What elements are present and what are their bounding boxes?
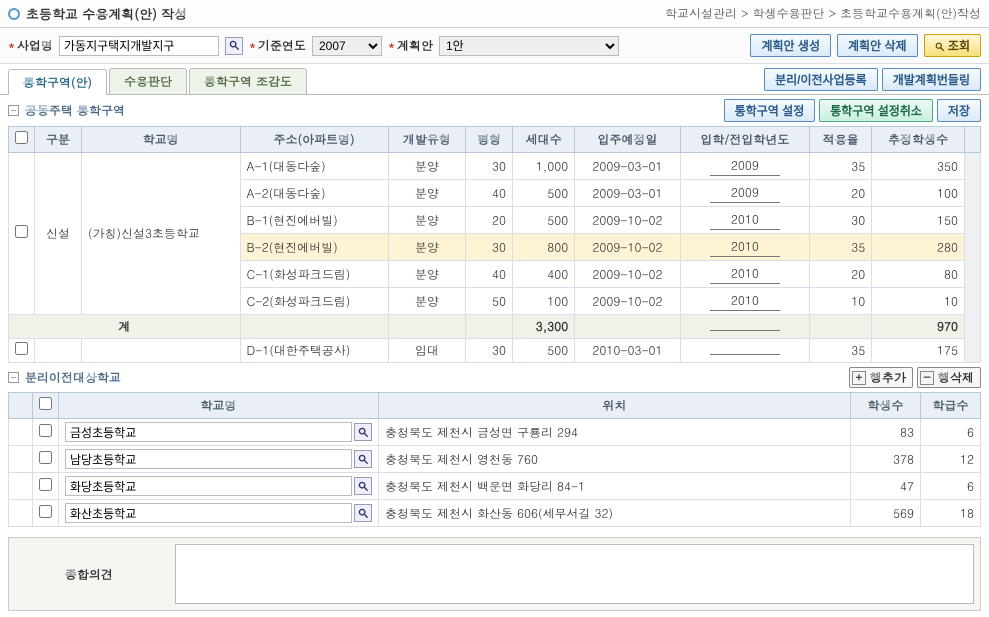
business-search-icon[interactable] [225, 37, 243, 55]
target-school-table: 학교명 위치 학생수 학급수 충청북도 제천시 금성면 구룡리 294836충청… [8, 392, 981, 527]
year-input[interactable]: 2009 [710, 156, 780, 176]
row-checkbox[interactable] [39, 478, 52, 491]
year-input[interactable]: 2010 [710, 210, 780, 230]
opinion-label: 종합의견 [9, 538, 169, 610]
collapse-icon[interactable]: − [8, 372, 19, 383]
plan-select[interactable]: 1안 [439, 36, 619, 56]
label-business: 사업명 [8, 37, 53, 54]
business-input[interactable] [59, 36, 219, 56]
cell-classes: 18 [921, 500, 981, 527]
breadcrumb: 학교시설관리 > 학생수용판단 > 초등학교수용계획(안)작성 [665, 5, 981, 22]
page-header: 초등학교 수용계획(안) 작성 학교시설관리 > 학생수용판단 > 초등학교수용… [0, 0, 989, 28]
year-input[interactable]: 2009 [710, 183, 780, 203]
search-button[interactable]: 조회 [924, 34, 981, 57]
base-year-select[interactable]: 2007 [312, 36, 382, 56]
col-movein: 입주예정일 [575, 127, 680, 153]
bullet-icon [8, 8, 20, 20]
opinion-section: 종합의견 [8, 537, 981, 611]
row-checkbox[interactable] [39, 505, 52, 518]
page-title: 초등학교 수용계획(안) 작성 [26, 4, 187, 23]
row-checkbox[interactable] [39, 424, 52, 437]
school-search-icon[interactable] [354, 504, 372, 522]
cell-classes: 6 [921, 473, 981, 500]
cell-location: 충청북도 제천시 금성면 구룡리 294 [379, 419, 851, 446]
table-row: 충청북도 제천시 영천동 76037812 [9, 446, 981, 473]
school-name-input[interactable] [65, 503, 352, 523]
cancel-district-button[interactable]: 통학구역 설정취소 [819, 99, 933, 122]
col-gubun: 구분 [35, 127, 82, 153]
cell-classes: 6 [921, 419, 981, 446]
row-checkbox[interactable] [39, 451, 52, 464]
dev-plan-bundle-button[interactable]: 개발계획번들링 [882, 68, 981, 91]
col-pyeong: 평형 [466, 127, 513, 153]
scroll-placeholder [965, 127, 981, 153]
section1-header: − 공동주택 통학구역 통학구역 설정 통학구역 설정취소 저장 [0, 95, 989, 126]
section1-title: 공동주택 통학구역 [25, 102, 125, 119]
col-school: 학교명 [59, 393, 379, 419]
plus-icon: + [852, 371, 866, 385]
cell-students: 378 [851, 446, 921, 473]
col-location: 위치 [379, 393, 851, 419]
school-name-input[interactable] [65, 449, 352, 469]
tab-overview[interactable]: 통학구역 조감도 [189, 68, 307, 94]
school-search-icon[interactable] [354, 450, 372, 468]
school-name-input[interactable] [65, 476, 352, 496]
cell-classes: 12 [921, 446, 981, 473]
school-search-icon[interactable] [354, 423, 372, 441]
minus-icon: − [920, 371, 934, 385]
tab-judgment[interactable]: 수용판단 [109, 68, 187, 94]
table-row: 충청북도 제천시 화산동 606(세무서길 32)56918 [9, 500, 981, 527]
save-button[interactable]: 저장 [937, 99, 981, 122]
table-row: 충청북도 제천시 백운면 화당리 84-1476 [9, 473, 981, 500]
col-addr: 주소(아파트명) [240, 127, 388, 153]
col-rate: 적용율 [810, 127, 872, 153]
row-checkbox[interactable] [15, 225, 28, 238]
col-enroll: 입학/전입학년도 [680, 127, 809, 153]
apartment-table: 구분 학교명 주소(아파트명) 개발유형 평형 세대수 입주예정일 입학/전입학… [8, 126, 981, 363]
cell-students: 47 [851, 473, 921, 500]
opinion-textarea[interactable] [175, 544, 974, 604]
label-plan: 계획안 [388, 37, 433, 54]
year-input[interactable]: 2010 [710, 264, 780, 284]
tabs: 통학구역(안) 수용판단 통학구역 조감도 분리/이전사업등록 개발계획번들링 [0, 64, 989, 95]
total-row: 계 3,300 970 [9, 315, 981, 339]
cell-location: 충청북도 제천시 영천동 760 [379, 446, 851, 473]
select-all-checkbox[interactable] [39, 397, 52, 410]
register-separation-button[interactable]: 분리/이전사업등록 [764, 68, 878, 91]
col-devtype: 개발유형 [388, 127, 465, 153]
set-district-button[interactable]: 통학구역 설정 [724, 99, 816, 122]
cell-students: 83 [851, 419, 921, 446]
table-row: 신설 (가칭)신설3초등학교 A-1(대동다숲) 분양 30 1,000 200… [9, 153, 981, 180]
label-base-year: 기준연도 [249, 37, 306, 54]
year-input[interactable]: 2010 [710, 237, 780, 257]
year-input[interactable]: 2010 [710, 291, 780, 311]
school-search-icon[interactable] [354, 477, 372, 495]
cell-location: 충청북도 제천시 화산동 606(세무서길 32) [379, 500, 851, 527]
select-all-checkbox[interactable] [15, 131, 28, 144]
section2-title: 분리이전대상학교 [25, 369, 121, 386]
filter-bar: 사업명 기준연도 2007 계획안 1안 계획안 생성 계획안 삭제 조회 [0, 28, 989, 64]
create-plan-button[interactable]: 계획안 생성 [750, 34, 831, 57]
table-row: D-1(대한주택공사) 임대 30 500 2010-03-01 35 175 [9, 339, 981, 363]
delete-plan-button[interactable]: 계획안 삭제 [837, 34, 918, 57]
school-name-input[interactable] [65, 422, 352, 442]
tab-district[interactable]: 통학구역(안) [8, 69, 107, 95]
scrollbar[interactable] [965, 153, 981, 363]
col-units: 세대수 [513, 127, 575, 153]
year-input[interactable] [710, 352, 780, 355]
collapse-icon[interactable]: − [8, 105, 19, 116]
cell-students: 569 [851, 500, 921, 527]
row-checkbox[interactable] [15, 342, 28, 355]
col-est: 추정학생수 [872, 127, 965, 153]
col-school: 학교명 [81, 127, 240, 153]
delete-row-button[interactable]: −행삭제 [917, 367, 981, 388]
cell-location: 충청북도 제천시 백운면 화당리 84-1 [379, 473, 851, 500]
col-students: 학생수 [851, 393, 921, 419]
cell-school: (가칭)신설3초등학교 [81, 153, 240, 315]
cell-gubun: 신설 [35, 153, 82, 315]
section2-header: − 분리이전대상학교 +행추가 −행삭제 [0, 363, 989, 392]
add-row-button[interactable]: +행추가 [849, 367, 913, 388]
table-row: 충청북도 제천시 금성면 구룡리 294836 [9, 419, 981, 446]
col-classes: 학급수 [921, 393, 981, 419]
